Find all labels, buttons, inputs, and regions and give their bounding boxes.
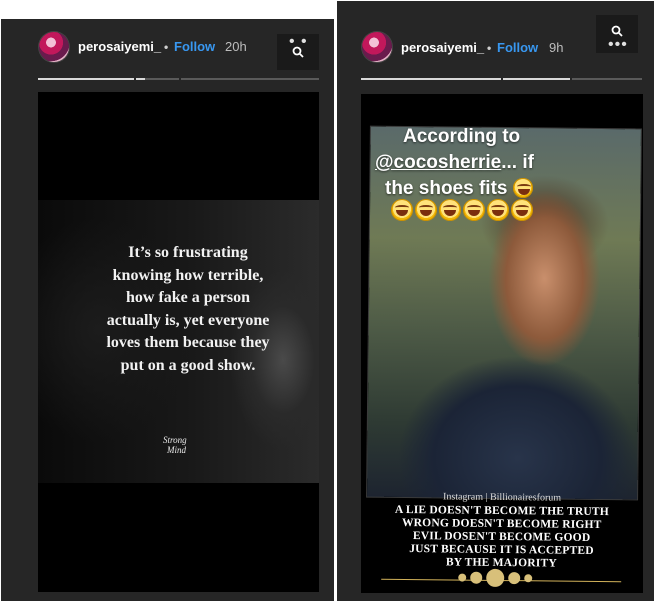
username[interactable]: perosaiyemi_ — [401, 40, 484, 55]
overlay-text-fragment: the shoes fits — [385, 178, 508, 199]
quote-line: how fake a person — [125, 289, 250, 306]
progress-segment-fill — [136, 78, 145, 80]
story-media[interactable]: Instagram | Billionairesforum A LIE DOES… — [361, 94, 643, 593]
progress-segment — [572, 78, 642, 80]
grinning-sweat-emoji-icon — [512, 178, 533, 198]
grinning-sweat-emoji-icon — [487, 199, 509, 221]
progress-segment-fill — [503, 78, 570, 80]
more-horizontal-icon: • • — [289, 33, 308, 50]
grinning-sweat-emoji-icon — [439, 199, 461, 221]
signature-line: Mind — [167, 445, 186, 455]
avatar[interactable] — [362, 32, 392, 62]
more-horizontal-icon: ••• — [608, 36, 628, 53]
quote-line: knowing how terrible, — [112, 266, 264, 284]
story-timestamp: 9h — [549, 40, 564, 55]
decorative-dot — [524, 574, 533, 583]
story-quote: A LIE DOESN'T BECOME THE TRUTH WRONG DOE… — [386, 504, 617, 571]
story-viewer-left: perosaiyemi_ • Follow 20h • • It’s so fr… — [1, 19, 334, 601]
story-text-overlay: According to @cocosherrie... if the shoe… — [375, 124, 555, 202]
grinning-sweat-emoji-icon — [415, 199, 437, 221]
quote-line: BY THE MAJORITY — [445, 556, 557, 570]
overlay-line: According to — [403, 126, 521, 147]
story-media[interactable]: It’s so frustrating knowing how terrible… — [38, 92, 319, 592]
more-options-button[interactable]: • • — [277, 34, 319, 70]
avatar[interactable] — [39, 32, 69, 62]
search-icon — [292, 46, 304, 58]
grinning-sweat-emoji-icon — [511, 199, 533, 221]
follow-button[interactable]: Follow — [174, 39, 215, 54]
decorative-dot — [458, 573, 467, 582]
quote-line: actually is, yet everyone — [106, 311, 270, 329]
emoji-row — [391, 199, 533, 221]
mention-link[interactable]: @cocosherrie — [375, 152, 501, 173]
watermark-signature: Strong Mind — [163, 435, 187, 455]
decorative-dot — [470, 571, 483, 584]
quote-line: put on a good show. — [120, 356, 256, 374]
separator-dot: • — [487, 41, 492, 55]
quote-line: JUST BECAUSE IT IS ACCEPTED — [409, 543, 594, 557]
story-viewer-right: perosaiyemi_ • Follow 9h ••• Instagram |… — [337, 1, 654, 601]
username[interactable]: perosaiyemi_ — [78, 39, 161, 54]
follow-button[interactable]: Follow — [497, 40, 538, 55]
quote-line: loves them because they — [106, 334, 270, 351]
story-quote: It’s so frustrating knowing how terrible… — [68, 242, 308, 377]
more-options-button[interactable]: ••• — [596, 15, 638, 53]
separator-dot: • — [164, 40, 169, 54]
overlay-text-fragment: ... if — [501, 152, 534, 173]
signature-line: Strong — [163, 435, 187, 445]
image-credit: Instagram | Billionairesforum — [442, 491, 562, 504]
quote-line: It’s so frustrating — [128, 244, 248, 261]
story-timestamp: 20h — [225, 39, 247, 54]
overlay-line: @cocosherrie... if — [375, 150, 555, 176]
progress-segment-fill — [38, 78, 134, 80]
decorative-dot — [486, 568, 505, 588]
grinning-sweat-emoji-icon — [391, 199, 413, 221]
decorative-dot — [508, 572, 521, 585]
progress-segment-fill — [361, 78, 501, 80]
progress-segment — [181, 78, 319, 80]
grinning-sweat-emoji-icon — [463, 199, 485, 221]
